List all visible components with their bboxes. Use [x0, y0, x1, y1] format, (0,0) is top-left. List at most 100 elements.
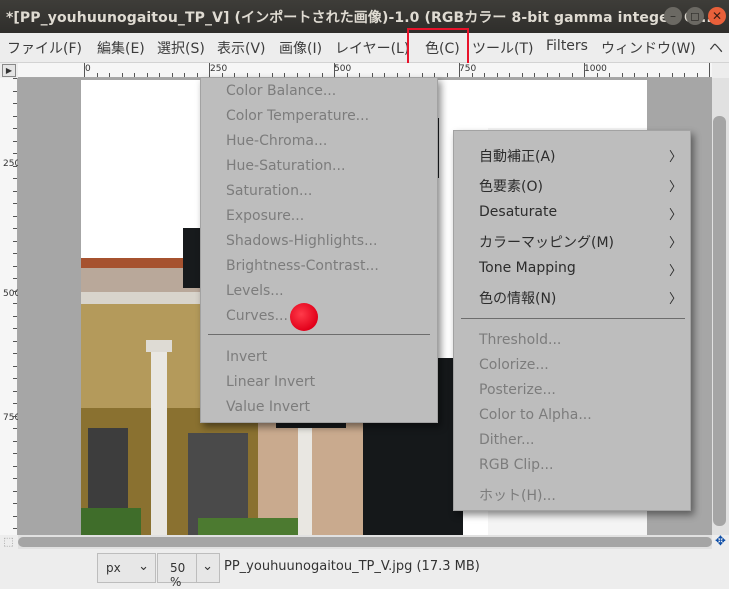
- ruler-tick: [13, 328, 17, 329]
- ruler-tick: [13, 303, 17, 304]
- menu-view[interactable]: 表示(V): [217, 38, 266, 58]
- zoom-field[interactable]: 50 %: [157, 553, 197, 589]
- ruler-tick: [13, 90, 17, 92]
- zoom-dropdown-button[interactable]: ⌄: [196, 553, 220, 583]
- vertical-scrollbar[interactable]: [712, 78, 729, 535]
- menu-item-saturation[interactable]: Saturation...: [226, 183, 312, 199]
- menu-item-curves[interactable]: Curves...: [226, 308, 288, 324]
- navigate-icon[interactable]: ✥: [712, 535, 729, 549]
- menu-item-components[interactable]: 色要素(O): [479, 176, 543, 196]
- menu-item-colorize[interactable]: Colorize...: [479, 357, 549, 373]
- ruler-tick: [13, 228, 17, 229]
- menu-item-hot[interactable]: ホット(H)...: [479, 485, 556, 505]
- menu-filters[interactable]: Filters: [546, 38, 588, 54]
- ruler-tick: [659, 73, 660, 77]
- horizontal-scrollbar[interactable]: [18, 535, 712, 549]
- menu-item-hue-chroma[interactable]: Hue-Chroma...: [226, 133, 327, 149]
- ruler-tick: [13, 465, 17, 467]
- ruler-tick: [13, 253, 17, 254]
- title-bar: *[PP_youhuunogaitou_TP_V] (インポートされた画像)-1…: [0, 0, 729, 33]
- ruler-tick: [13, 453, 17, 454]
- colors-menu-highlight: [407, 28, 469, 66]
- menu-item-info[interactable]: 色の情報(N): [479, 288, 556, 308]
- menu-item-tone-mapping[interactable]: Tone Mapping: [479, 260, 576, 276]
- ruler-tick: [13, 278, 17, 279]
- ruler-tick: [146, 73, 148, 77]
- menu-item-rgb-clip[interactable]: RGB Clip...: [479, 457, 553, 473]
- ruler-tick: [634, 73, 635, 77]
- menu-item-brightness-contrast[interactable]: Brightness-Contrast...: [226, 258, 379, 274]
- menu-layer[interactable]: レイヤー(L): [335, 38, 409, 58]
- ruler-tick: [334, 63, 335, 77]
- menu-select[interactable]: 選択(S): [157, 38, 205, 58]
- menu-item-color-balance[interactable]: Color Balance...: [226, 83, 336, 99]
- menu-item-value-invert[interactable]: Value Invert: [226, 399, 310, 415]
- ruler-label: 1000: [584, 64, 607, 74]
- navigation-corner-icon[interactable]: ⬚: [0, 535, 17, 549]
- vertical-scroll-thumb[interactable]: [713, 116, 726, 526]
- menu-item-desaturate[interactable]: Desaturate: [479, 204, 557, 220]
- horizontal-scroll-thumb[interactable]: [18, 537, 712, 547]
- status-bar: px ⌄ 50 % ⌄ PP_youhuunogaitou_TP_V.jpg (…: [0, 549, 729, 589]
- ruler-tick: [96, 73, 98, 77]
- zoom-value: 50 %: [170, 561, 186, 589]
- ruler-tick: [13, 240, 17, 242]
- file-info: PP_youhuunogaitou_TP_V.jpg (17.3 MB): [224, 559, 480, 574]
- ruler-tick: [159, 73, 160, 77]
- maximize-button[interactable]: ◻: [686, 7, 704, 25]
- menu-item-threshold[interactable]: Threshold...: [479, 332, 561, 348]
- ruler-tick: [571, 73, 573, 77]
- ruler-label: 500: [3, 289, 21, 299]
- menu-windows[interactable]: ウィンドウ(W): [601, 38, 696, 58]
- ruler-tick: [13, 353, 17, 354]
- menu-item-color-mapping[interactable]: カラーマッピング(M): [479, 232, 614, 252]
- ruler-tick: [13, 415, 17, 417]
- menu-tools[interactable]: ツール(T): [472, 38, 533, 58]
- ruler-tick: [13, 390, 17, 392]
- menu-item-shadows-highlights[interactable]: Shadows-Highlights...: [226, 233, 377, 249]
- ruler-tick: [521, 73, 523, 77]
- ruler-tick: [134, 73, 135, 77]
- menu-bar: ファイル(F) 編集(E) 選択(S) 表示(V) 画像(I) レイヤー(L) …: [0, 33, 729, 63]
- ruler-tick: [471, 73, 473, 77]
- ruler-tick: [671, 73, 673, 77]
- menu-item-invert[interactable]: Invert: [226, 349, 267, 365]
- menu-image[interactable]: 画像(I): [279, 38, 322, 58]
- ruler-tick: [13, 153, 17, 154]
- menu-item-color-to-alpha[interactable]: Color to Alpha...: [479, 407, 592, 423]
- ruler-tick: [584, 63, 585, 77]
- menu-item-linear-invert[interactable]: Linear Invert: [226, 374, 315, 390]
- ruler-tick: [684, 73, 685, 77]
- unit-selector[interactable]: px ⌄: [97, 553, 156, 583]
- chevron-down-icon: ⌄: [138, 559, 149, 574]
- menu-edit[interactable]: 編集(E): [97, 38, 145, 58]
- ruler-tick: [13, 490, 17, 492]
- ruler-tick: [13, 140, 17, 142]
- ruler-tick: [546, 73, 548, 77]
- menu-item-dither[interactable]: Dither...: [479, 432, 534, 448]
- ruler-tick: [13, 340, 17, 342]
- menu-item-color-temperature[interactable]: Color Temperature...: [226, 108, 369, 124]
- ruler-tick: [13, 115, 17, 117]
- ruler-label: 750: [3, 413, 21, 423]
- horizontal-ruler: 0 250 500 750 1000: [18, 63, 712, 78]
- menu-item-posterize[interactable]: Posterize...: [479, 382, 556, 398]
- chevron-right-icon: 〉: [668, 150, 682, 165]
- ruler-tick: [509, 73, 510, 77]
- menu-help[interactable]: ヘ: [709, 38, 723, 58]
- menu-item-exposure[interactable]: Exposure...: [226, 208, 304, 224]
- quick-mask-toggle[interactable]: ▶: [2, 64, 16, 77]
- menu-item-levels[interactable]: Levels...: [226, 283, 284, 299]
- ruler-label: 250: [3, 159, 21, 169]
- close-button[interactable]: ✕: [708, 7, 726, 25]
- ruler-tick: [696, 73, 698, 77]
- ruler-tick: [559, 73, 560, 77]
- ruler-label: 750: [459, 64, 477, 74]
- menu-item-hue-saturation[interactable]: Hue-Saturation...: [226, 158, 345, 174]
- ruler-tick: [13, 428, 17, 429]
- menu-file[interactable]: ファイル(F): [7, 38, 82, 58]
- ruler-tick: [171, 73, 173, 77]
- minimize-button[interactable]: –: [664, 7, 682, 25]
- ruler-label: 250: [210, 64, 228, 74]
- menu-item-auto[interactable]: 自動補正(A): [479, 146, 556, 166]
